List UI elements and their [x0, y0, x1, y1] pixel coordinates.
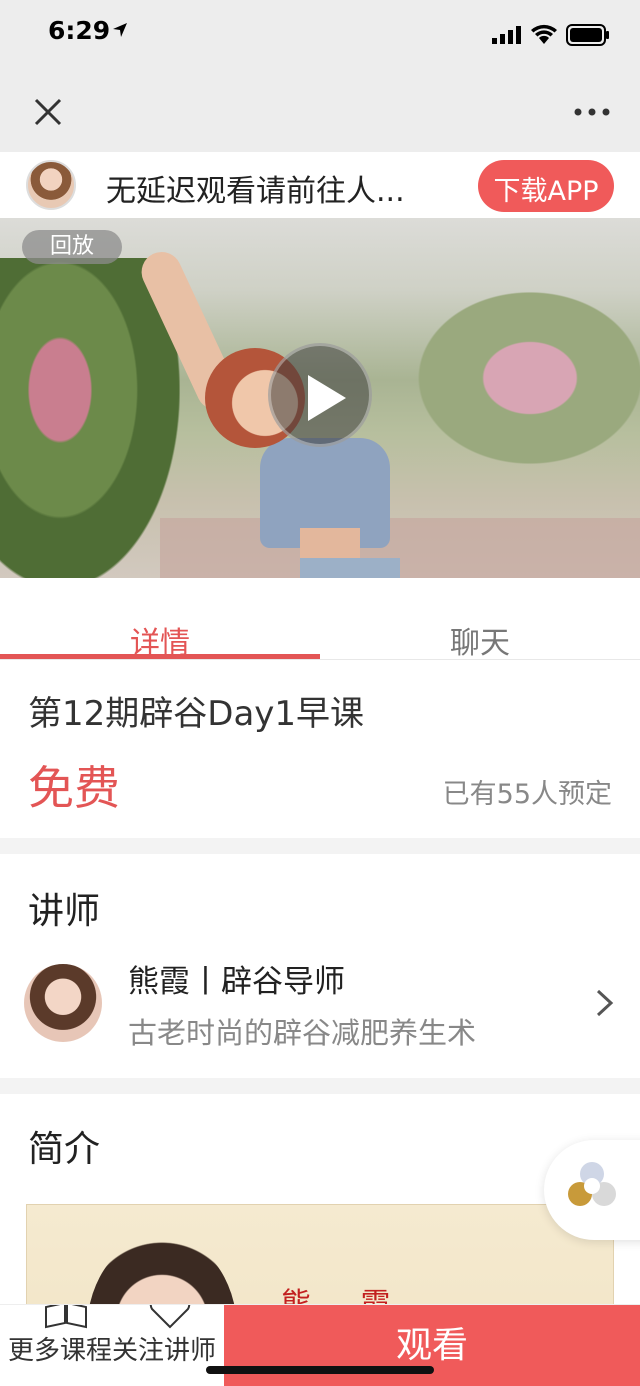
intro-section-title: 简介	[28, 1129, 101, 1170]
more-icon[interactable]	[572, 98, 612, 126]
status-bar: 6:29	[0, 0, 640, 70]
follow-teacher-button[interactable]: 关注讲师	[112, 1305, 216, 1386]
chevron-right-icon	[596, 989, 614, 1017]
more-courses-label: 更多课程	[8, 1336, 112, 1366]
floating-menu-button[interactable]	[544, 1140, 640, 1240]
battery-icon	[566, 24, 609, 46]
play-icon	[308, 375, 346, 421]
instructor-name: 熊霞丨辟谷导师	[128, 964, 345, 1000]
replay-badge: 回放	[22, 230, 122, 264]
heart-icon	[149, 1305, 191, 1329]
video-player[interactable]: 回放	[0, 218, 640, 578]
app-download-banner: 无延迟观看请前往人... 下载APP	[0, 152, 640, 218]
course-price: 免费	[28, 761, 120, 815]
instructor-avatar	[24, 964, 102, 1042]
section-divider	[0, 838, 640, 854]
status-time: 6:29	[48, 16, 111, 45]
signal-icon	[492, 26, 521, 44]
instructor-description: 古老时尚的辟谷减肥养生术	[128, 1016, 477, 1050]
video-frame-foliage	[0, 258, 180, 578]
more-courses-button[interactable]: 更多课程	[8, 1305, 112, 1386]
tab-active-indicator	[0, 654, 320, 659]
nav-bar	[0, 70, 640, 152]
instructor-row[interactable]: 熊霞丨辟谷导师 古老时尚的辟谷减肥养生术	[0, 948, 640, 1058]
avatar	[26, 160, 76, 210]
play-button[interactable]	[268, 343, 372, 447]
follow-teacher-label: 关注讲师	[112, 1336, 216, 1366]
floating-menu-icon	[568, 1162, 616, 1206]
location-arrow-icon	[113, 23, 127, 37]
close-icon[interactable]	[30, 94, 66, 130]
wifi-icon	[531, 24, 557, 44]
section-divider	[0, 1078, 640, 1094]
download-app-button[interactable]: 下载APP	[478, 160, 614, 212]
booked-count: 已有55人预定	[442, 779, 612, 810]
instructor-section-title: 讲师	[28, 891, 101, 932]
home-indicator	[206, 1366, 434, 1374]
banner-text: 无延迟观看请前往人...	[106, 174, 405, 209]
course-title: 第12期辟谷Day1早课	[28, 694, 365, 734]
video-frame-legs	[300, 558, 400, 578]
tab-bar: 详情 聊天	[0, 578, 640, 662]
video-frame-path	[160, 518, 640, 578]
tab-chat[interactable]: 聊天	[320, 618, 640, 662]
book-icon	[45, 1305, 87, 1329]
video-frame-bush	[400, 278, 640, 478]
